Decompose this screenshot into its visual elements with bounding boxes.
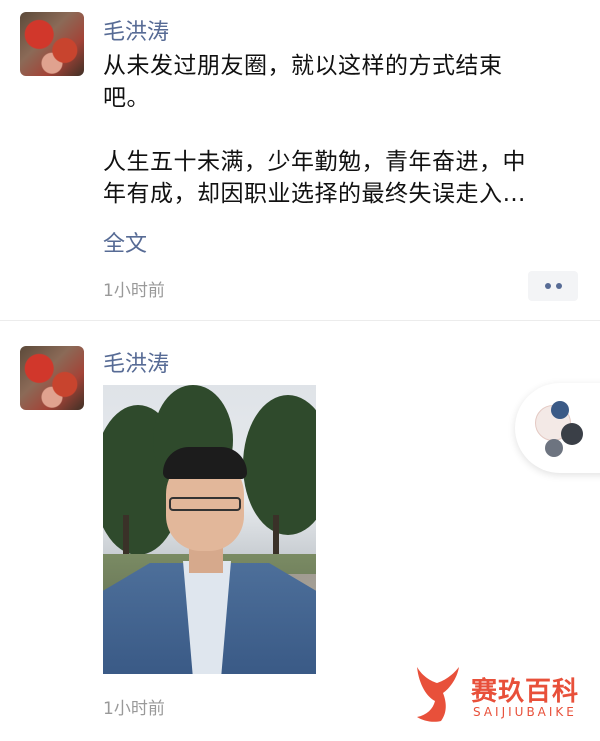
watermark-cn: 赛玖百科 [471, 677, 580, 707]
dots-icon [544, 283, 551, 289]
dots-icon [555, 283, 562, 289]
author-name[interactable]: 毛洪涛 [103, 346, 169, 378]
more-button[interactable] [528, 271, 578, 301]
floating-widget[interactable] [515, 383, 600, 473]
author-avatar[interactable] [20, 346, 84, 410]
post-divider [0, 320, 600, 321]
moment-post-1: 毛洪涛 从未发过朋友圈，就以这样的方式结束 吧。 人生五十未满，少年勤勉，青年奋… [0, 0, 600, 320]
watermark-en: SAIJIUBAIKE [473, 705, 577, 719]
author-avatar[interactable] [20, 12, 84, 76]
post-time: 1小时前 [103, 281, 165, 301]
post-time: 1小时前 [103, 699, 165, 719]
content-line: 吧。 [103, 85, 150, 111]
content-line: 从未发过朋友圈，就以这样的方式结束 [103, 53, 503, 79]
post-content: 从未发过朋友圈，就以这样的方式结束 吧。 人生五十未满，少年勤勉，青年奋进，中 … [103, 50, 583, 210]
watermark: 赛玖百科 SAIJIUBAIKE [413, 663, 598, 729]
author-name[interactable]: 毛洪涛 [103, 14, 169, 46]
whale-logo-icon [417, 667, 459, 722]
full-text-link[interactable]: 全文 [103, 226, 147, 258]
post-photo[interactable] [103, 385, 316, 674]
content-line: 人生五十未满，少年勤勉，青年奋进，中 [103, 149, 526, 175]
content-line: 年有成，却因职业选择的最终失误走入… [103, 181, 526, 207]
